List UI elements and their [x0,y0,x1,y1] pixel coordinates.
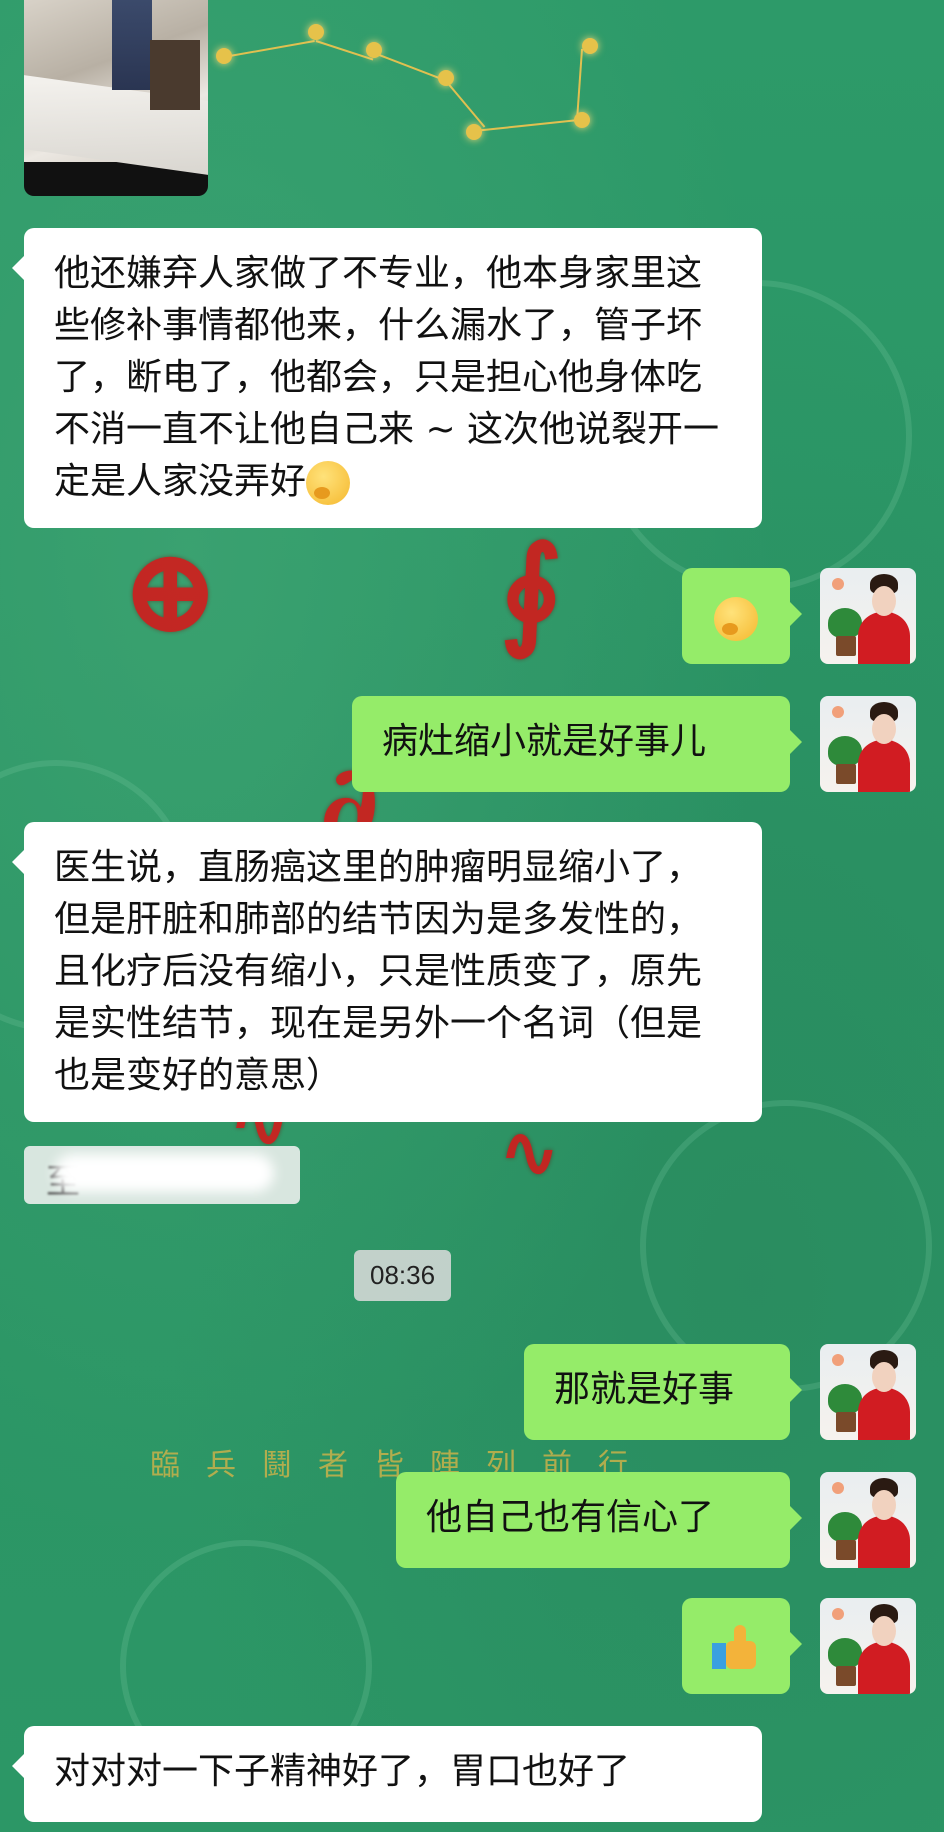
outgoing-message-bubble[interactable] [682,1598,802,1694]
avatar-head [872,714,896,744]
message-text: 那就是好事 [554,1369,735,1410]
message-text: 医生说，直肠癌这里的肿瘤明显缩小了，但是肝脏和肺部的结节因为是多发性的，且化疗后… [54,847,703,1096]
blurred-quote-preview[interactable]: 至 [24,1146,300,1204]
avatar-pot [836,1412,856,1432]
outgoing-message-bubble[interactable] [682,568,802,664]
constellation-star [574,112,590,128]
avatar-plant [828,1384,862,1414]
thinking-face-emoji-icon [714,597,758,641]
incoming-message-bubble[interactable]: 医生说，直肠癌这里的肿瘤明显缩小了，但是肝脏和肺部的结节因为是多发性的，且化疗后… [12,822,762,1122]
avatar-sun [832,578,844,590]
avatar-sun [832,1608,844,1620]
outgoing-message-bubble[interactable]: 他自己也有信心了 [396,1472,802,1568]
constellation-star [308,24,324,40]
avatar-head [872,1490,896,1520]
constellation-star [366,42,382,58]
avatar-sun [832,1482,844,1494]
constellation-star [216,48,232,64]
constellation-star [582,38,598,54]
sender-avatar[interactable] [820,1344,916,1440]
photo-chair [150,40,200,110]
avatar-dress [858,740,910,792]
avatar-dress [858,1388,910,1440]
message-text: 对对对一下子精神好了，胃口也好了 [54,1751,631,1792]
red-calligraphy-decoration: ∿ [500,1110,559,1193]
avatar-head [872,1616,896,1646]
red-calligraphy-decoration: ⊕ [120,520,221,661]
message-text: 他自己也有信心了 [426,1497,715,1538]
avatar-plant [828,1638,862,1668]
incoming-message-bubble[interactable]: 他还嫌弃人家做了不专业，他本身家里这些修补事情都他来，什么漏水了，管子坏了，断电… [12,228,762,528]
sender-avatar[interactable] [820,1472,916,1568]
avatar-pot [836,1540,856,1560]
thumbs-up-thumb [734,1625,746,1647]
privacy-blur [54,1154,274,1192]
avatar-dress [858,612,910,664]
sender-avatar[interactable] [820,1598,916,1694]
message-text: 病灶缩小就是好事儿 [382,721,707,762]
constellation-star [466,124,482,140]
incoming-message-bubble[interactable]: 对对对一下子精神好了，胃口也好了 [12,1726,762,1822]
avatar-plant [828,1512,862,1542]
avatar-plant [828,736,862,766]
outgoing-message-bubble[interactable]: 那就是好事 [524,1344,802,1440]
avatar-sun [832,1354,844,1366]
avatar-dress [858,1516,910,1568]
avatar-dress [858,1642,910,1694]
constellation-star [438,70,454,86]
thumbs-up-emoji-icon [712,1623,760,1671]
avatar-head [872,586,896,616]
message-text: 他还嫌弃人家做了不专业，他本身家里这些修补事情都他来，什么漏水了，管子坏了，断电… [54,253,720,502]
sender-avatar[interactable] [820,568,916,664]
avatar-pot [836,764,856,784]
avatar-sun [832,706,844,718]
outgoing-message-bubble[interactable]: 病灶缩小就是好事儿 [352,696,802,792]
image-message-thumbnail[interactable] [24,0,208,196]
message-timestamp: 08:36 [354,1250,452,1301]
sender-avatar[interactable] [820,696,916,792]
red-calligraphy-decoration: ∮ [500,520,563,661]
avatar-head [872,1362,896,1392]
photo-person [112,0,152,90]
avatar-pot [836,636,856,656]
avatar-plant [828,608,862,638]
thinking-face-emoji-icon [306,461,351,505]
thumbs-up-cuff [712,1643,726,1669]
avatar-pot [836,1666,856,1686]
